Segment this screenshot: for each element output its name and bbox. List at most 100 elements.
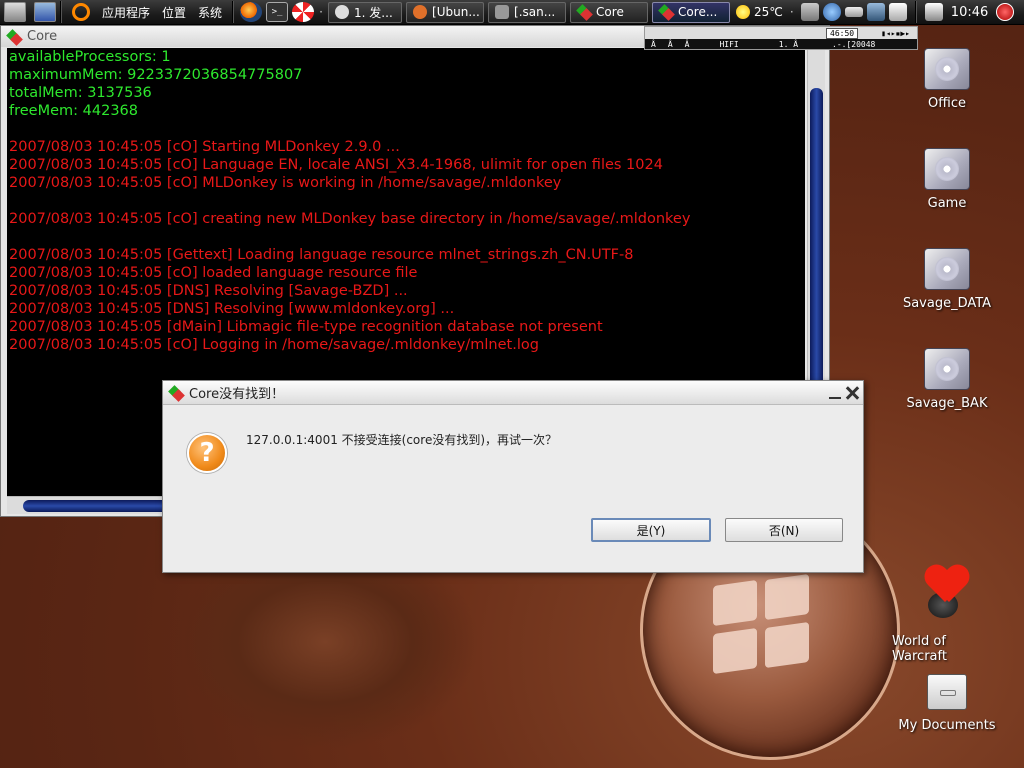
folder-icon xyxy=(495,5,510,19)
user-switcher-icon[interactable] xyxy=(924,3,943,21)
core-app-icon xyxy=(7,30,21,44)
player-controls[interactable]: 46:50 ▮◂▸▪▶▸ xyxy=(645,27,917,39)
player-info-text: Â xyxy=(651,40,656,49)
player-info-text: .-.[20048 xyxy=(832,40,876,49)
system-tray: 25℃ · 10:46 xyxy=(736,1,1018,23)
drive-icon xyxy=(924,248,970,290)
console-line: totalMem: 3137536 xyxy=(9,85,152,101)
logo-flag-pane xyxy=(713,627,757,675)
weather-temperature[interactable]: 25℃ xyxy=(754,5,783,19)
console-line: 2007/08/03 10:45:05 [dMain] Libmagic fil… xyxy=(9,319,603,335)
task-label: Core xyxy=(596,5,624,19)
desktop-icon-label: Game xyxy=(927,196,967,211)
weather-sun-icon[interactable] xyxy=(736,5,751,19)
dialog-title: Core没有找到！ xyxy=(189,387,285,402)
desktop-icon-label: My Documents xyxy=(898,718,996,733)
player-info-text: Â xyxy=(684,40,690,49)
console-line: freeMem: 442368 xyxy=(9,103,138,119)
console-line: 2007/08/03 10:45:05 [cO] creating new ML… xyxy=(9,211,691,227)
taskbar-item-firefox[interactable]: [Ubun... xyxy=(406,1,485,23)
desktop-icon-office[interactable]: Office xyxy=(892,48,1002,111)
desktop-icon-label: Office xyxy=(928,96,966,111)
console-line: 2007/08/03 10:45:05 [cO] Language EN, lo… xyxy=(9,157,663,173)
player-info-text: Â xyxy=(667,40,673,49)
taskbar-item-music[interactable]: 1. 发... xyxy=(328,1,403,23)
console-line: 2007/08/03 10:45:05 [cO] Starting MLDonk… xyxy=(9,139,400,155)
minimize-icon[interactable] xyxy=(829,387,841,399)
panel-dots: · xyxy=(789,5,794,19)
firefox-icon xyxy=(413,5,428,19)
logo-flag-pane xyxy=(713,579,757,627)
console-line: 2007/08/03 10:45:05 [DNS] Resolving [Sav… xyxy=(9,283,408,299)
terminal-launcher-icon[interactable]: >_ xyxy=(266,2,289,22)
desktop-icon-label: World of Warcraft xyxy=(892,634,947,664)
dialog-message: 127.0.0.1:4001 不接受连接(core没有找到)，再试一次？ xyxy=(246,433,558,447)
heart-icon xyxy=(925,566,969,606)
yes-button[interactable]: 是(Y) xyxy=(591,518,711,542)
panel-separator xyxy=(914,1,917,23)
power-icon[interactable] xyxy=(996,3,1015,21)
menu-applications[interactable]: 应用程序 xyxy=(96,4,156,21)
core-window-title: Core xyxy=(27,29,58,44)
logo-flag-pane xyxy=(765,573,809,621)
mini-player[interactable]: 46:50 ▮◂▸▪▶▸ Â Â Â HIFI 1. Â .-.[20048 xyxy=(644,26,918,50)
player-buttons[interactable]: ▮◂▸▪▶▸ xyxy=(878,29,913,38)
core-app-icon xyxy=(577,5,591,19)
desktop-icon-savage-data[interactable]: Savage_DATA xyxy=(892,248,1002,311)
player-info-text: 1. Â xyxy=(778,40,799,49)
core-not-found-dialog: Core没有找到！ ? 127.0.0.1:4001 不接受连接(core没有找… xyxy=(162,380,864,573)
console-line: maximumMem: 9223372036854775807 xyxy=(9,67,303,83)
show-desktop-icon[interactable] xyxy=(4,2,26,22)
volume-icon[interactable] xyxy=(800,3,819,21)
drive-icon xyxy=(924,148,970,190)
drive-icon xyxy=(924,348,970,390)
desktop-icon-world-of-warcraft[interactable]: World of Warcraft xyxy=(892,566,1002,664)
core-app-icon xyxy=(169,386,183,400)
network-icon[interactable] xyxy=(866,3,885,21)
keyboard-icon[interactable] xyxy=(844,7,863,17)
console-line: availableProcessors: 1 xyxy=(9,49,171,65)
menu-places[interactable]: 位置 xyxy=(156,4,192,21)
task-label: 1. 发... xyxy=(354,5,393,20)
console-line: 2007/08/03 10:45:05 [cO] MLDonkey is wor… xyxy=(9,175,562,191)
taskbar-item-core[interactable]: Core xyxy=(570,1,649,23)
clock[interactable]: 10:46 xyxy=(947,5,992,20)
help-launcher-icon[interactable] xyxy=(292,2,315,22)
taskbar-item-folder[interactable]: [.san... xyxy=(488,1,567,23)
top-panel: 应用程序 位置 系统 >_ · 1. 发... [Ubun... [.san..… xyxy=(0,0,1024,25)
panel-separator xyxy=(60,1,62,23)
ubuntu-logo-icon[interactable] xyxy=(72,3,90,21)
console-line: 2007/08/03 10:45:05 [cO] Logging in /hom… xyxy=(9,337,539,353)
console-line: 2007/08/03 10:45:05 [Gettext] Loading la… xyxy=(9,247,634,263)
no-button[interactable]: 否(N) xyxy=(725,518,843,542)
desktop-icon-my-documents[interactable]: My Documents xyxy=(892,674,1002,733)
task-label: Core... xyxy=(678,5,718,19)
desktop-icon-label: Savage_BAK xyxy=(906,396,988,411)
desktop-icon-game[interactable]: Game xyxy=(892,148,1002,211)
desktop-icon-savage-bak[interactable]: Savage_BAK xyxy=(892,348,1002,411)
workspace-switcher-icon[interactable] xyxy=(34,2,56,22)
panel-dots: · xyxy=(319,5,323,19)
console-line: 2007/08/03 10:45:05 [DNS] Resolving [www… xyxy=(9,301,455,317)
qq-icon[interactable] xyxy=(822,3,841,21)
panel-separator xyxy=(232,1,235,23)
dialog-titlebar[interactable]: Core没有找到！ xyxy=(163,381,863,405)
dialog-window-controls xyxy=(829,386,863,400)
taskbar-item-core-dialog[interactable]: Core... xyxy=(652,1,731,23)
core-app-icon xyxy=(659,5,673,19)
vertical-scrollbar-thumb[interactable] xyxy=(810,88,823,418)
drive-icon xyxy=(924,48,970,90)
task-label: [.san... xyxy=(514,5,556,19)
file-cabinet-icon xyxy=(927,674,967,710)
music-app-icon xyxy=(335,5,350,19)
close-icon[interactable] xyxy=(845,386,859,400)
firefox-launcher-icon[interactable] xyxy=(240,2,263,22)
player-time: 46:50 xyxy=(826,27,859,39)
logo-flag-pane xyxy=(765,621,809,669)
player-info-text: HIFI xyxy=(719,40,739,49)
question-icon: ? xyxy=(187,433,227,473)
update-icon[interactable] xyxy=(888,3,907,21)
menu-system[interactable]: 系统 xyxy=(192,4,228,21)
